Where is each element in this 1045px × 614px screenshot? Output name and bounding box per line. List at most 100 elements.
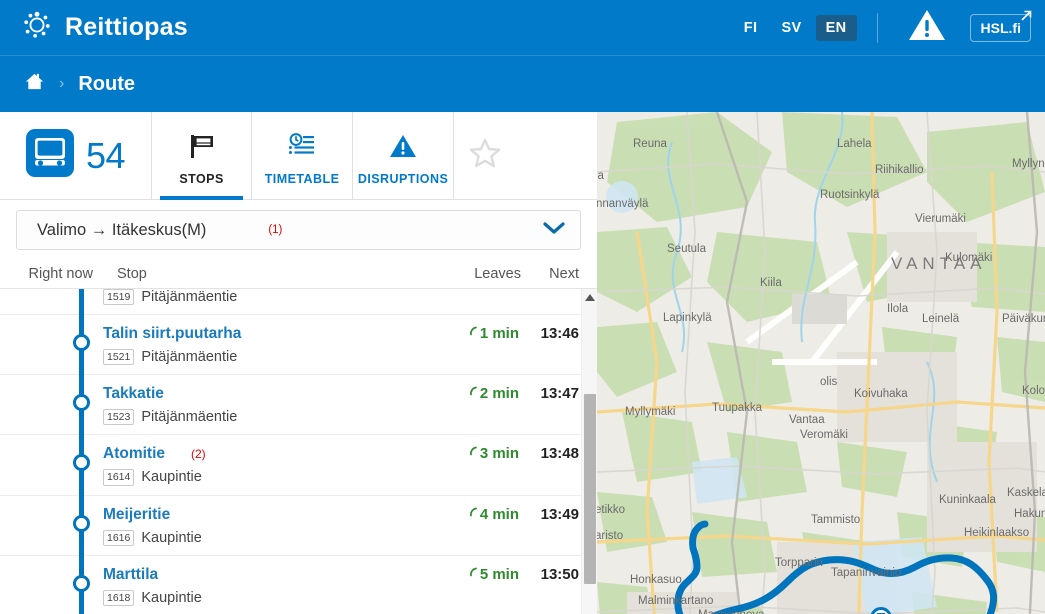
stop-next: 13:50 xyxy=(540,565,579,583)
table-row[interactable]: Marttila 5 min 13:50 1618 Kaupintie xyxy=(0,556,581,614)
realtime-icon xyxy=(469,324,478,341)
hsl-fi-link[interactable]: HSL.fi xyxy=(969,10,1032,42)
stop-list-scrollbar[interactable] xyxy=(581,289,597,614)
favorite-button[interactable] xyxy=(454,112,516,200)
map-place-label: Tapaninvainio xyxy=(831,567,902,579)
map-place-label: Honkasuo xyxy=(630,574,682,586)
hsl-fi-label: HSL.fi xyxy=(980,19,1021,36)
stop-dot-icon xyxy=(73,334,90,352)
stop-leaves-value: 3 min xyxy=(479,445,519,463)
language-option-fi[interactable]: FI xyxy=(734,15,768,41)
stop-dot-icon xyxy=(73,514,90,532)
external-arrow-icon xyxy=(1018,8,1034,27)
stop-leaves: 3 min xyxy=(449,444,519,462)
table-row[interactable]: 1519 Pitäjänmäentie xyxy=(0,289,581,316)
breadcrumb: › Route xyxy=(0,55,1045,112)
stop-zone: Kaupintie xyxy=(141,589,202,606)
breadcrumb-separator: › xyxy=(59,75,65,92)
map-city-label: VANTAA xyxy=(891,254,987,273)
divider xyxy=(876,12,878,43)
brand-logo[interactable]: Reittiopas xyxy=(22,10,188,45)
stop-name[interactable]: Atomitie xyxy=(103,445,165,463)
route-header: 54 STOPS TIMETABLE DISRUPTIONS xyxy=(0,111,597,200)
map-place-label: Ilola xyxy=(887,303,909,315)
table-row[interactable]: Meijeritie 4 min 13:49 1616 Kaupintie xyxy=(0,496,581,556)
map-place-label: Seutula xyxy=(667,243,707,255)
top-bar: Reittiopas FI SV EN HSL.fi xyxy=(0,0,1045,55)
stop-leaves: 5 min xyxy=(449,565,519,583)
tab-disruptions[interactable]: DISRUPTIONS xyxy=(353,111,455,200)
bus-icon xyxy=(24,127,76,184)
home-icon[interactable] xyxy=(24,71,45,97)
map-place-label: Lahela xyxy=(837,138,872,150)
map-place-label: Vantaa xyxy=(789,414,825,426)
warning-triangle-icon[interactable] xyxy=(908,8,946,47)
stop-leaves: 4 min xyxy=(449,505,519,523)
stop-dot-icon xyxy=(73,394,90,412)
map-place-label: Päiväkum xyxy=(1002,313,1045,325)
main-body: 54 STOPS TIMETABLE DISRUPTIONS Valimo → … xyxy=(0,111,1045,614)
stop-name[interactable]: Meijeritie xyxy=(103,506,170,524)
language-option-sv[interactable]: SV xyxy=(771,15,811,41)
route-identity: 54 xyxy=(24,127,126,184)
breadcrumb-current: Route xyxy=(78,72,135,95)
map-place-label: Myllymäki xyxy=(625,406,676,418)
tab-disruptions-label: DISRUPTIONS xyxy=(357,171,449,186)
stop-leaves-value: 4 min xyxy=(479,505,519,523)
map-place-label: olis xyxy=(820,376,838,388)
stop-code: 1521 xyxy=(103,349,135,366)
language-option-en[interactable]: EN xyxy=(815,14,857,41)
table-row[interactable]: Atomitie (2) 3 min 13:48 1614 Kaupintie xyxy=(0,435,581,496)
stop-leaves-value: 2 min xyxy=(479,385,519,403)
map-place-label: Maunenneva xyxy=(698,609,765,614)
map-place-label: Myllynu xyxy=(1012,158,1045,170)
stop-leaves: 2 min xyxy=(449,384,519,402)
stop-name[interactable]: Talin siirt.puutarha xyxy=(103,325,241,343)
stop-meta: 1616 Kaupintie xyxy=(103,529,581,546)
stop-meta: 1521 Pitäjänmäentie xyxy=(103,349,581,366)
warning-triangle-icon xyxy=(388,132,418,165)
stop-zone: Pitäjänmäentie xyxy=(141,349,238,366)
column-stop: Stop xyxy=(117,265,147,282)
stop-zone: Pitäjänmäentie xyxy=(141,409,238,426)
tab-timetable-label: TIMETABLE xyxy=(264,171,340,186)
map-panel[interactable]: Reuna Lahela Riihikallio Ruotsinkylä Myllynu… xyxy=(597,112,1045,614)
table-row[interactable]: Talin siirt.puutarha 1 min 13:46 1521 Pi… xyxy=(0,315,581,376)
stop-code: 1523 xyxy=(103,409,135,426)
map-place-label: Riihikallio xyxy=(875,164,924,176)
map-place-label: Kuninkaala xyxy=(939,494,996,506)
tab-timetable[interactable]: TIMETABLE xyxy=(252,111,354,200)
scrollbar-thumb[interactable] xyxy=(584,394,596,584)
column-next: Next xyxy=(549,265,579,282)
stop-zone: Kaupintie xyxy=(141,529,202,546)
realtime-icon xyxy=(469,505,478,522)
bus-stop-sign-icon xyxy=(187,132,217,165)
tab-stops-label: STOPS xyxy=(179,171,224,186)
chevron-down-icon xyxy=(542,220,566,241)
map-place-label: Kaskela xyxy=(1007,487,1045,499)
direction-text: Valimo → Itäkeskus(M) xyxy=(37,220,207,239)
column-right-now: Right now xyxy=(28,265,93,282)
tab-stops[interactable]: STOPS xyxy=(151,111,253,200)
stop-meta: 1618 Kaupintie xyxy=(103,589,581,606)
table-row[interactable]: Takkatie 2 min 13:47 1523 Pitäjänmäentie xyxy=(0,375,581,436)
map-place-label: Tuupakka xyxy=(712,402,763,414)
stop-leaves: 1 min xyxy=(449,324,519,342)
direction-selector[interactable]: Valimo → Itäkeskus(M) (1) xyxy=(16,210,581,250)
map-place-label: Tammisto xyxy=(811,514,861,526)
stop-code: 1519 xyxy=(103,289,135,306)
map-place-label: nnanväylä xyxy=(597,198,649,210)
clock-list-icon xyxy=(287,132,317,165)
stop-dot-icon xyxy=(73,574,90,592)
scroll-up-arrow-icon[interactable] xyxy=(582,293,597,302)
stop-next: 13:48 xyxy=(540,445,579,463)
stop-list-container: 1519 Pitäjänmäentie Talin siirt.puutarha xyxy=(0,289,597,614)
direction-note: (1) xyxy=(268,224,283,236)
stop-code: 1614 xyxy=(103,469,135,486)
stop-next: 13:47 xyxy=(540,385,579,403)
stop-name[interactable]: Takkatie xyxy=(103,385,164,403)
stop-note: (2) xyxy=(191,447,206,462)
map-place-label: Koloh xyxy=(1022,385,1045,397)
stop-name[interactable]: Marttila xyxy=(103,566,158,584)
map-canvas[interactable]: Reuna Lahela Riihikallio Ruotsinkylä Myllynu… xyxy=(597,112,1045,614)
